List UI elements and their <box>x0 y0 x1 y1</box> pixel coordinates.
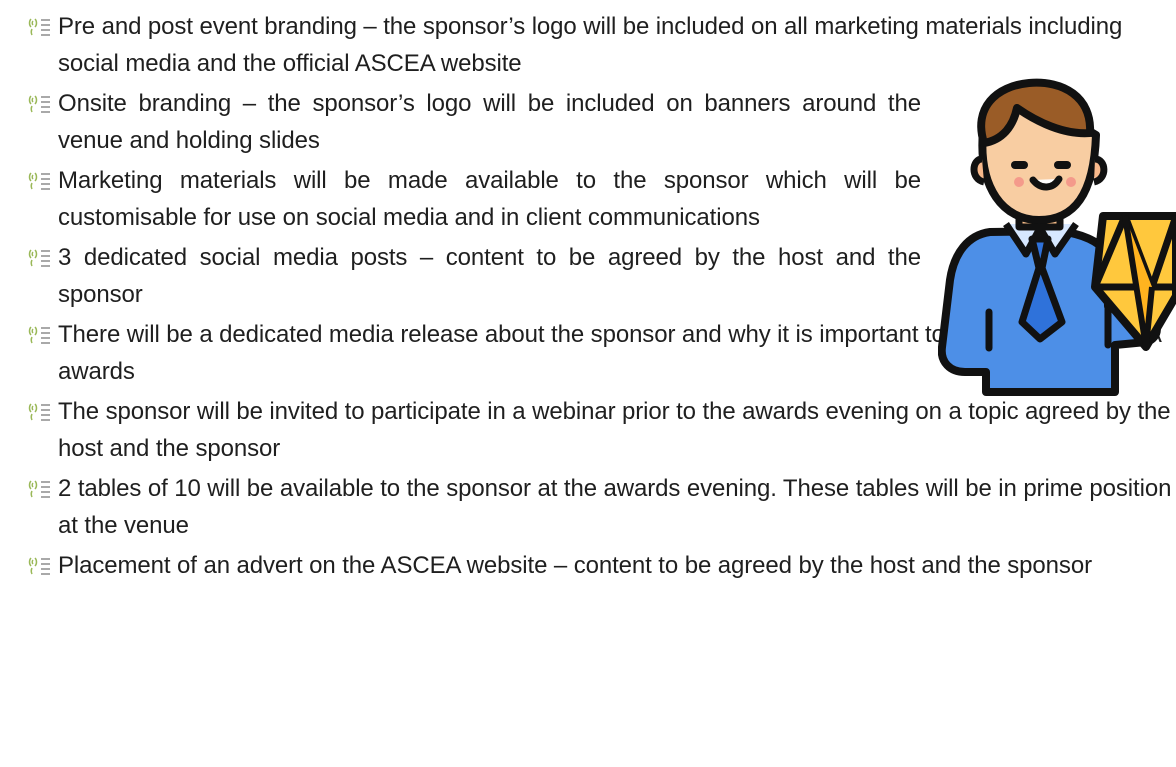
list-item: 2 tables of 10 will be available to the … <box>0 470 1176 544</box>
list-item-text: Onsite branding – the sponsor’s logo wil… <box>58 90 921 154</box>
list-item-text: 3 dedicated social media posts – content… <box>58 244 921 308</box>
list-item-text: 2 tables of 10 will be available to the … <box>58 475 1172 539</box>
list-item-text: Marketing materials will be made availab… <box>58 167 921 231</box>
fingerprint-list-icon <box>28 249 50 267</box>
fingerprint-list-icon <box>28 480 50 498</box>
fingerprint-list-icon <box>28 95 50 113</box>
list-item-text: Pre and post event branding – the sponso… <box>58 13 1123 77</box>
list-item: Placement of an advert on the ASCEA webs… <box>0 547 1176 584</box>
fingerprint-list-icon <box>28 172 50 190</box>
list-item-text: Placement of an advert on the ASCEA webs… <box>58 552 1092 579</box>
fingerprint-list-icon <box>28 18 50 36</box>
list-item: Pre and post event branding – the sponso… <box>0 8 1176 82</box>
businessman-with-diamond-icon <box>938 78 1176 396</box>
fingerprint-list-icon <box>28 326 50 344</box>
list-item: The sponsor will be invited to participa… <box>0 393 1176 467</box>
fingerprint-list-icon <box>28 557 50 575</box>
list-item-text: The sponsor will be invited to participa… <box>58 398 1171 462</box>
fingerprint-list-icon <box>28 403 50 421</box>
